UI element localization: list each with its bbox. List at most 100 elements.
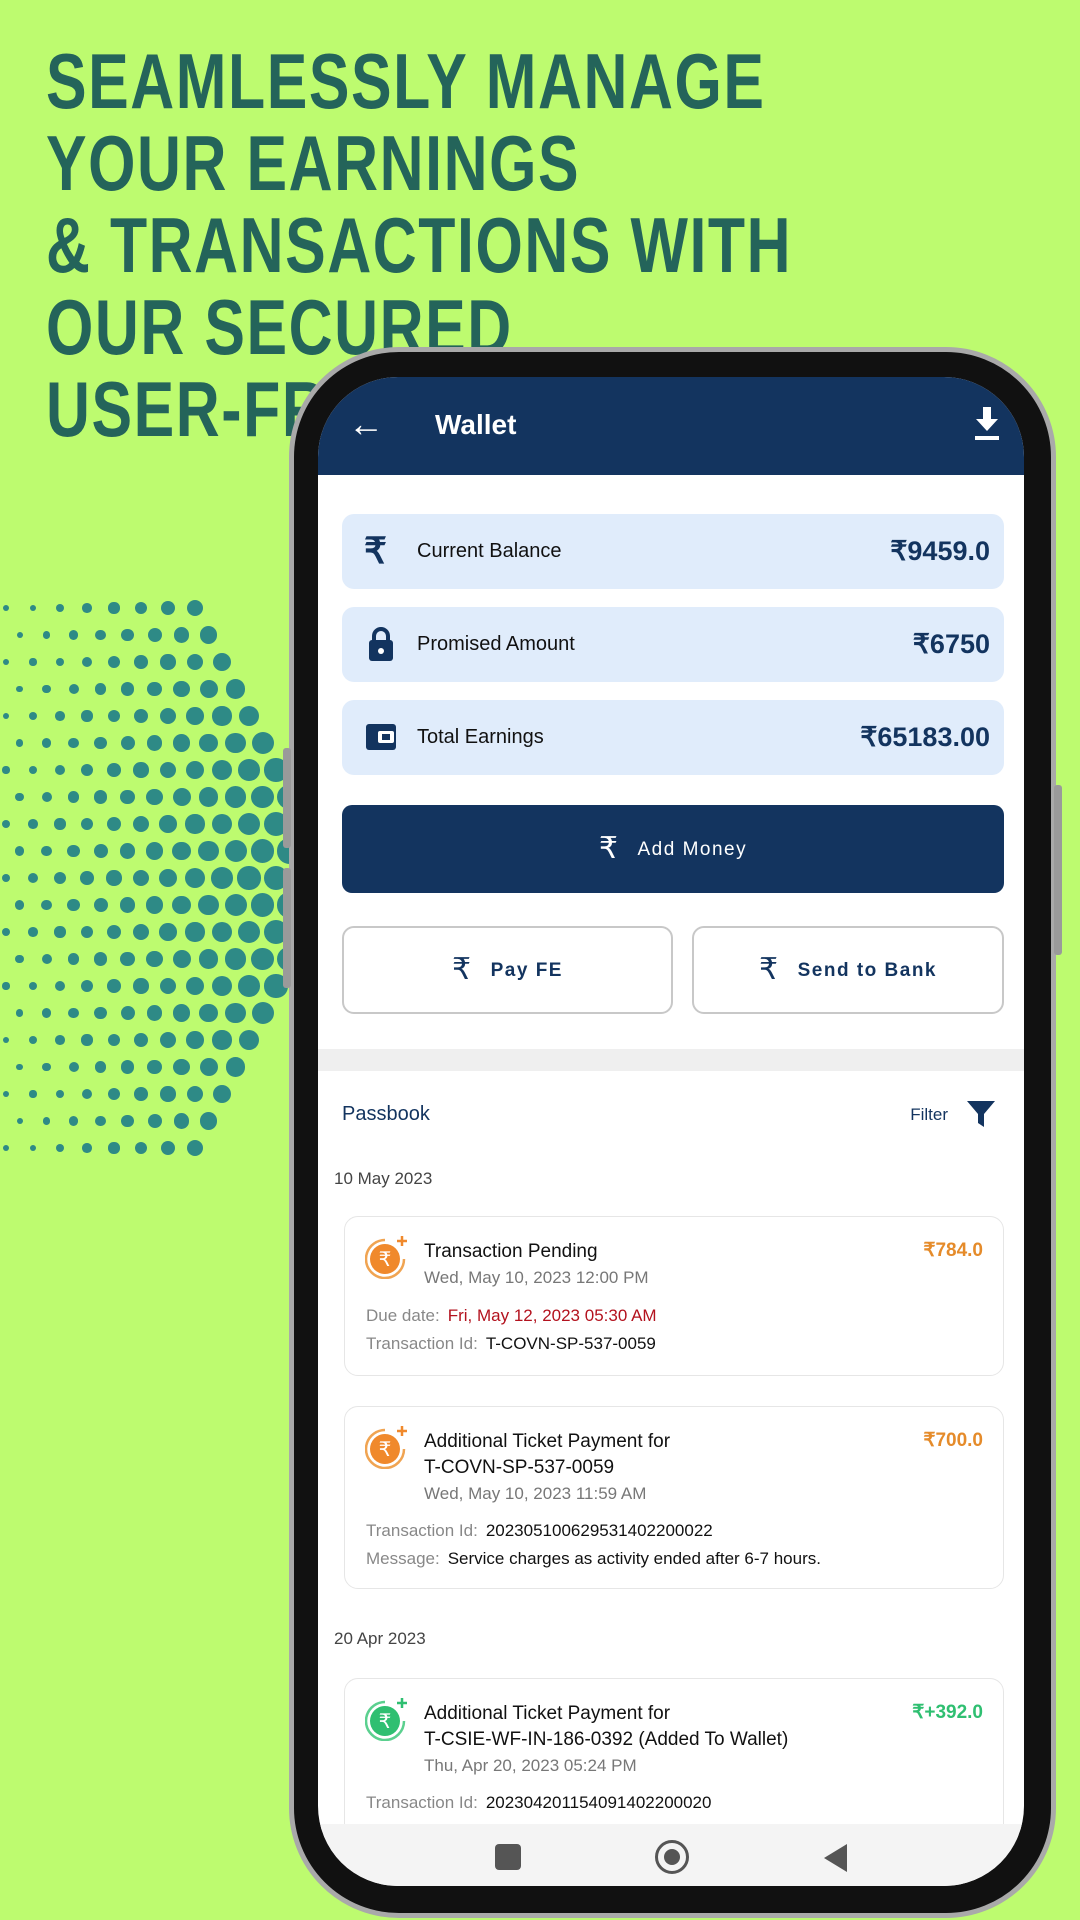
pay-fe-button[interactable]: ₹ Pay FE bbox=[342, 926, 673, 1014]
dot bbox=[14, 846, 25, 856]
download-icon[interactable] bbox=[972, 405, 1002, 441]
dot bbox=[173, 1113, 190, 1129]
filter-button[interactable]: Filter bbox=[910, 1105, 948, 1125]
dot bbox=[211, 813, 233, 835]
dot bbox=[185, 868, 205, 888]
add-money-button[interactable]: ₹ Add Money bbox=[342, 805, 1004, 893]
dot bbox=[108, 602, 120, 614]
dot bbox=[237, 866, 261, 890]
dot bbox=[94, 736, 107, 750]
dot bbox=[160, 1032, 176, 1048]
dot bbox=[185, 814, 205, 834]
transaction-item[interactable]: ₹ Transaction Pending Wed, May 10, 2023 1… bbox=[344, 1216, 1004, 1376]
dot bbox=[250, 893, 275, 917]
dot bbox=[81, 1088, 93, 1100]
dot bbox=[172, 841, 191, 861]
dot bbox=[172, 950, 191, 968]
dot bbox=[119, 897, 136, 913]
dot bbox=[29, 712, 37, 720]
send-to-bank-button[interactable]: ₹ Send to Bank bbox=[692, 926, 1004, 1014]
home-icon[interactable] bbox=[655, 1840, 689, 1874]
dot bbox=[16, 1063, 23, 1071]
dot bbox=[107, 1033, 121, 1047]
dot bbox=[108, 656, 120, 668]
filter-icon[interactable] bbox=[966, 1099, 996, 1129]
pending-rupee-icon: ₹ bbox=[365, 1236, 407, 1279]
dot bbox=[120, 736, 135, 750]
dot bbox=[133, 708, 149, 724]
dot bbox=[185, 976, 205, 996]
dot bbox=[224, 894, 247, 916]
transaction-item[interactable]: ₹ Additional Ticket Payment for T-COVN-SP… bbox=[344, 1406, 1004, 1589]
dot bbox=[56, 1144, 64, 1152]
dot bbox=[95, 1115, 106, 1127]
dot bbox=[80, 925, 94, 939]
dot bbox=[159, 761, 177, 779]
dot bbox=[54, 764, 66, 776]
dot bbox=[80, 817, 94, 831]
dot bbox=[133, 762, 149, 778]
dot bbox=[119, 843, 136, 859]
dot bbox=[93, 844, 108, 858]
dot bbox=[238, 975, 260, 997]
dot bbox=[172, 734, 191, 752]
dot bbox=[199, 733, 218, 753]
dot bbox=[14, 900, 25, 910]
dot bbox=[212, 976, 232, 996]
dot bbox=[198, 840, 219, 862]
dot bbox=[94, 1061, 107, 1073]
dot bbox=[3, 1091, 9, 1097]
dot bbox=[172, 895, 191, 915]
rupee-icon: ₹ bbox=[452, 953, 473, 986]
dot bbox=[133, 924, 149, 940]
back-icon[interactable] bbox=[823, 1843, 849, 1873]
dot bbox=[29, 604, 37, 612]
dot bbox=[107, 979, 121, 993]
dot bbox=[28, 981, 38, 991]
dot bbox=[67, 898, 80, 912]
dot bbox=[68, 1116, 79, 1126]
svg-text:₹: ₹ bbox=[379, 1439, 392, 1461]
dot bbox=[120, 682, 135, 696]
dot bbox=[54, 926, 66, 938]
dot bbox=[120, 1060, 135, 1074]
volume-button bbox=[283, 748, 291, 848]
dot bbox=[187, 600, 203, 616]
dot bbox=[94, 1006, 107, 1020]
dot bbox=[225, 1057, 246, 1077]
dot bbox=[132, 869, 150, 887]
dot bbox=[160, 1140, 176, 1156]
power-button bbox=[1054, 785, 1062, 955]
dot bbox=[106, 816, 122, 832]
dot bbox=[108, 1142, 120, 1154]
dot bbox=[198, 949, 219, 969]
dot bbox=[237, 812, 261, 836]
svg-text:₹: ₹ bbox=[379, 1249, 392, 1271]
dot bbox=[225, 1002, 246, 1024]
dot bbox=[133, 816, 149, 832]
passbook-title: Passbook bbox=[342, 1103, 430, 1125]
dot bbox=[199, 1003, 218, 1023]
dot bbox=[54, 872, 66, 884]
dot bbox=[121, 1114, 134, 1128]
dot bbox=[2, 928, 10, 936]
dot bbox=[68, 630, 79, 640]
dot bbox=[173, 627, 190, 643]
dot bbox=[225, 679, 246, 699]
dot bbox=[199, 1058, 218, 1076]
dot bbox=[238, 1029, 260, 1051]
dot bbox=[1, 873, 11, 883]
wallet-icon bbox=[366, 724, 396, 750]
dot bbox=[134, 601, 148, 615]
dot bbox=[106, 924, 122, 940]
dot bbox=[147, 1059, 162, 1075]
dot bbox=[199, 1112, 218, 1130]
dot bbox=[42, 1062, 51, 1072]
dot bbox=[147, 681, 162, 697]
arrow-left-icon[interactable]: ← bbox=[348, 403, 384, 445]
dot bbox=[237, 920, 261, 944]
recents-icon[interactable] bbox=[495, 1844, 521, 1870]
dot bbox=[172, 788, 191, 806]
current-balance-card: ₹ Current Balance ₹9459.0 bbox=[342, 514, 1004, 589]
dot bbox=[42, 1117, 51, 1125]
